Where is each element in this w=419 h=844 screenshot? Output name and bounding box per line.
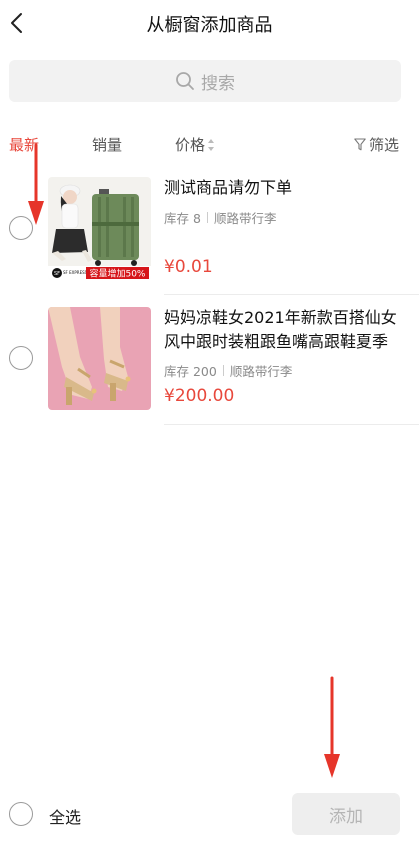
product-price: ¥200.00 bbox=[164, 386, 235, 406]
product-stock: 库存 200 bbox=[164, 364, 217, 379]
meta-separator bbox=[206, 212, 208, 223]
funnel-icon bbox=[354, 138, 366, 151]
product-meta: 库存 8 顺路带行李 bbox=[164, 208, 276, 227]
filter-label: 筛选 bbox=[369, 136, 400, 154]
product-stock: 库存 8 bbox=[164, 211, 201, 226]
product-shop: 顺路带行李 bbox=[213, 211, 277, 226]
product-price: ¥0.01 bbox=[164, 257, 213, 277]
annotation-arrow-icon bbox=[324, 676, 340, 778]
badge-brand: SF EXPRESS bbox=[63, 270, 88, 275]
list-item[interactable]: 妈妈凉鞋女2021年新款百搭仙女风中跟时装粗跟鱼嘴高跟鞋夏季 库存 200 顺路… bbox=[0, 303, 419, 425]
divider bbox=[164, 424, 419, 425]
product-checkbox[interactable] bbox=[9, 346, 33, 370]
product-title: 妈妈凉鞋女2021年新款百搭仙女风中跟时装粗跟鱼嘴高跟鞋夏季 bbox=[164, 308, 397, 351]
product-image-sandals[interactable] bbox=[48, 307, 151, 410]
product-meta: 库存 200 顺路带行李 bbox=[164, 361, 292, 380]
bottom-bar: 全选 添加 bbox=[0, 786, 419, 844]
header: 从橱窗添加商品 bbox=[0, 0, 419, 46]
divider bbox=[164, 294, 419, 295]
search-input[interactable]: 搜索 bbox=[9, 60, 401, 102]
product-title: 测试商品请勿下单 bbox=[164, 178, 293, 197]
add-button[interactable]: 添加 bbox=[292, 793, 400, 835]
filter-button[interactable]: 筛选 bbox=[354, 134, 399, 155]
product-badge: 容量增加50% bbox=[89, 268, 145, 280]
product-image-suitcase[interactable]: SF SF EXPRESS 容量增加50% bbox=[48, 177, 151, 280]
page-title: 从橱窗添加商品 bbox=[146, 15, 273, 36]
select-all-label[interactable]: 全选 bbox=[49, 804, 81, 828]
svg-text:SF: SF bbox=[54, 271, 60, 277]
tab-price[interactable]: 价格 bbox=[175, 134, 215, 155]
filter-bar: 最新 销量 价格 筛选 bbox=[0, 128, 419, 158]
page: 从橱窗添加商品 搜索 最新 销量 价格 筛选 SF SF EXPRESS 容量增… bbox=[0, 0, 419, 844]
meta-separator bbox=[222, 365, 224, 376]
sort-arrows-icon bbox=[208, 138, 215, 151]
annotation-arrow-icon bbox=[28, 143, 44, 225]
list-item[interactable]: SF SF EXPRESS 容量增加50% 测试商品请勿下单 库存 8 顺路带行… bbox=[0, 173, 419, 295]
product-shop: 顺路带行李 bbox=[229, 364, 293, 379]
search-icon bbox=[176, 72, 194, 90]
tab-price-label: 价格 bbox=[175, 136, 206, 154]
select-all-checkbox[interactable] bbox=[9, 802, 33, 826]
search-placeholder: 搜索 bbox=[201, 73, 235, 94]
tab-sales[interactable]: 销量 bbox=[92, 134, 122, 155]
